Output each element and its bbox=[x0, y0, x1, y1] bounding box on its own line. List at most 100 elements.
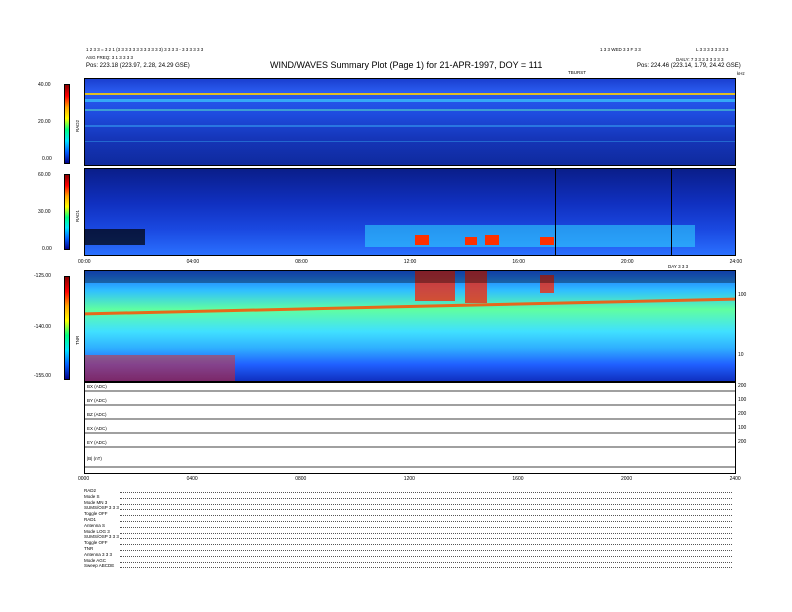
mode-row-10: TNR bbox=[84, 546, 94, 551]
time-tick-bottom-5: 2000 bbox=[621, 476, 633, 482]
rad2-colorbar bbox=[64, 84, 70, 164]
mode-row-5: RAD1 bbox=[84, 517, 97, 522]
time-tick-bottom-3: 1200 bbox=[403, 476, 415, 482]
tnr-tick-top: -125.00 bbox=[34, 273, 51, 279]
mode-row-dots-10 bbox=[120, 550, 732, 551]
tnr-label: TNR bbox=[75, 335, 80, 345]
mode-row-dots-3 bbox=[120, 509, 732, 511]
field-row-label-1: BY (ADC) bbox=[87, 398, 107, 403]
mode-row-13: Sweep ABCDE bbox=[84, 563, 115, 569]
plot-title: WIND/WAVES Summary Plot (Page 1) for 21-… bbox=[270, 60, 543, 70]
rad1-dark-band bbox=[85, 229, 145, 245]
day-marker: DAY 3 3 3 bbox=[668, 264, 689, 269]
tnr-tick-mid: -140.00 bbox=[34, 324, 51, 330]
rad2-emission-line bbox=[85, 93, 735, 95]
mode-row-9: Toggle OFF bbox=[84, 540, 108, 546]
time-tick-top-3: 12:00 bbox=[403, 259, 417, 265]
header-info-line-1: 1 2 3 3 = 3 2 1 (3 3 3 3 3 3 3 3 3 3 3 3… bbox=[86, 47, 204, 52]
mode-row-dots-13 bbox=[120, 567, 732, 569]
rad1-burst-2 bbox=[465, 237, 477, 245]
header-position-right: Pos: 224.46 (223.14, 1.79, 24.42 GSE) bbox=[637, 63, 741, 69]
mode-row-3: SUMS/OSP 3 3 3 bbox=[84, 505, 119, 511]
rad1-burst-1 bbox=[415, 235, 429, 245]
tnr-right-tick-100: 100 bbox=[738, 292, 747, 298]
rad2-tick-mid: 20.00 bbox=[38, 119, 51, 125]
field-right-tick-2: 200 bbox=[738, 411, 747, 417]
mode-row-dots-9 bbox=[120, 544, 732, 546]
mode-row-1: Mode S bbox=[84, 493, 100, 499]
tnr-spectrogram bbox=[84, 270, 736, 382]
mode-row-dots-0 bbox=[120, 492, 732, 493]
time-tick-top-6: 24:00 bbox=[729, 259, 743, 265]
field-traces-svg bbox=[85, 390, 735, 468]
header-info-right-b: L 3 3 3 3 3 3 3 3 bbox=[696, 47, 729, 52]
rad1-burst-4 bbox=[540, 237, 554, 245]
field-row-label-2: BZ (ADC) bbox=[87, 412, 107, 417]
tnr-plasma-line bbox=[85, 297, 735, 316]
field-right-tick-4: 200 bbox=[738, 439, 747, 445]
field-right-tick-0: 200 bbox=[738, 383, 747, 389]
mode-row-6: Antenna S bbox=[84, 522, 106, 528]
mode-row-11: Antenna 3 3 3 bbox=[84, 551, 113, 557]
mode-row-dots-6 bbox=[120, 526, 732, 528]
mode-row-4: Toggle OFF bbox=[84, 511, 108, 517]
tnr-tick-bottom: -155.00 bbox=[34, 373, 51, 379]
rad1-tick-top: 60.00 bbox=[38, 172, 51, 178]
time-tick-top-2: 08:00 bbox=[295, 259, 308, 265]
field-right-tick-1: 100 bbox=[738, 397, 747, 403]
tnr-right-tick-10: 10 bbox=[738, 352, 744, 358]
rad1-tick-bottom: 0.00 bbox=[42, 246, 52, 252]
rad2-band-2 bbox=[85, 109, 735, 111]
mode-row-0: RAD2 bbox=[84, 488, 97, 493]
rad2-band-3 bbox=[85, 125, 735, 127]
mode-row-8: SUMS/OSP 3 3 3 bbox=[84, 534, 119, 540]
rad1-burst-3 bbox=[485, 235, 499, 245]
field-row-label-5: |B| (nT) bbox=[87, 456, 102, 461]
tnr-low-freq-red bbox=[85, 355, 235, 381]
header-info-right-a: 1 3 3 WED 3 3 F 3 3 bbox=[600, 47, 641, 52]
time-tick-top-5: 20:00 bbox=[621, 259, 634, 265]
mode-row-12: Mode AGC bbox=[84, 557, 107, 563]
rad1-spectrogram bbox=[84, 168, 736, 256]
header-info-line-2: ASG FREQ: 3 1 3 3 3 3 bbox=[86, 55, 134, 60]
time-tick-top-0: 00:00 bbox=[78, 259, 91, 265]
mode-row-dots-8 bbox=[120, 538, 732, 540]
mode-row-dots-4 bbox=[120, 515, 732, 517]
time-tick-top-4: 16:00 bbox=[512, 259, 525, 265]
tnr-colorbar bbox=[64, 276, 70, 380]
frequency-unit: kHz bbox=[737, 71, 745, 76]
rad1-label: RAD1 bbox=[75, 209, 80, 222]
field-row-label-4: EY (ADC) bbox=[87, 440, 107, 445]
rad2-tick-bottom: 0.00 bbox=[42, 156, 52, 162]
rad2-band-1 bbox=[85, 99, 735, 102]
field-row-label-0: BX (ADC) bbox=[87, 384, 107, 389]
rad1-colorbar bbox=[64, 174, 70, 250]
rad2-label: RAD2 bbox=[75, 119, 80, 132]
tnr-top-dark bbox=[85, 271, 735, 283]
rad1-dropout-line-1 bbox=[555, 169, 556, 255]
header-position-left: Pos: 223.18 (223.97, 2.28, 24.29 GSE) bbox=[86, 63, 190, 69]
time-tick-bottom-1: 0400 bbox=[186, 476, 198, 482]
rad1-tick-mid: 30.00 bbox=[38, 209, 51, 215]
mode-row-dots-5 bbox=[120, 521, 732, 522]
mode-row-dots-1 bbox=[120, 497, 732, 499]
time-tick-bottom-2: 0800 bbox=[295, 476, 307, 482]
time-tick-bottom-6: 2400 bbox=[729, 476, 741, 482]
field-row-label-3: EX (ADC) bbox=[87, 426, 107, 431]
rad1-dropout-line-2 bbox=[671, 169, 672, 255]
mode-row-7: Mode LOG 3 bbox=[84, 528, 110, 534]
mode-row-dots-12 bbox=[120, 561, 732, 563]
rad2-spectrogram bbox=[84, 78, 736, 166]
time-tick-bottom-0: 0000 bbox=[78, 476, 90, 482]
header-info-right-mid: DAILY: 7 3 3 3 3 3 3 3 3 bbox=[676, 57, 724, 62]
mode-row-dots-7 bbox=[120, 532, 732, 534]
field-traces-panel bbox=[84, 382, 736, 474]
mode-row-dots-2 bbox=[120, 503, 732, 505]
rad2-band-4 bbox=[85, 141, 735, 142]
mode-row-dots-11 bbox=[120, 555, 732, 557]
rad2-tick-top: 40.00 bbox=[38, 82, 51, 88]
time-tick-top-1: 04:00 bbox=[186, 259, 200, 265]
mode-row-2: Mode MN 3 bbox=[84, 499, 108, 505]
time-tick-bottom-4: 1600 bbox=[512, 476, 524, 482]
field-right-tick-3: 100 bbox=[738, 425, 747, 431]
